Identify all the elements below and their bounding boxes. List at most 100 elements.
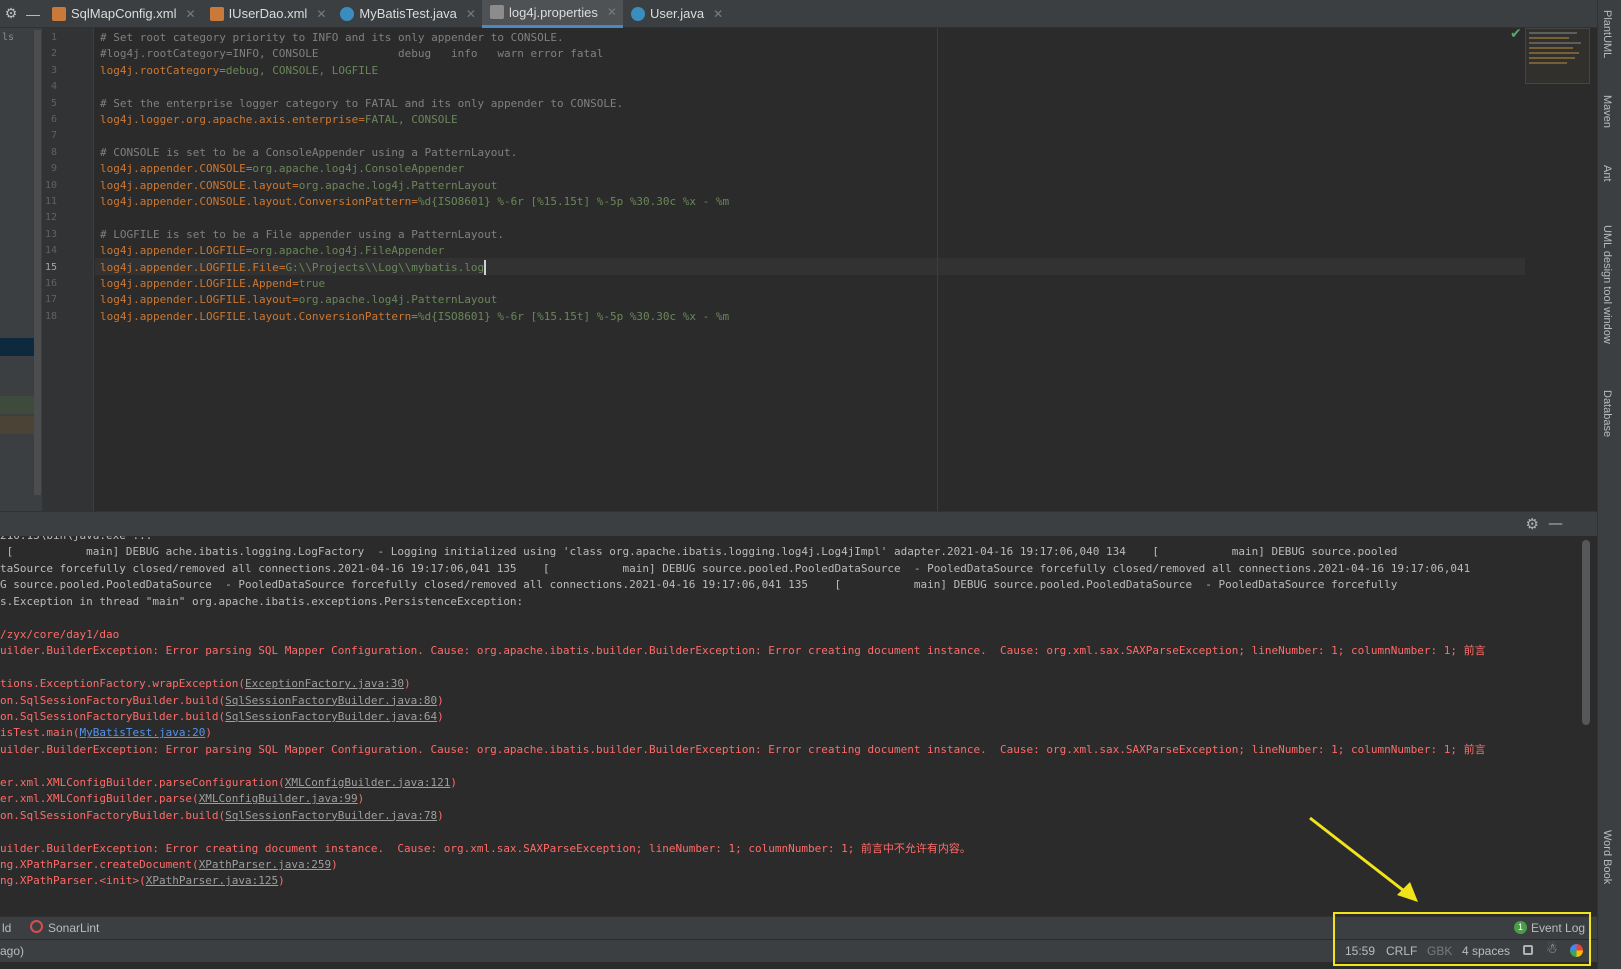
console-line: tions.ExceptionFactory.wrapException(Exc… (0, 677, 411, 691)
console-line: ng.XPathParser.<init>(XPathParser.java:1… (0, 874, 285, 888)
console-line: ng.XPathParser.createDocument(XPathParse… (0, 858, 338, 871)
line-number: 14 (44, 245, 57, 257)
build-tool-button[interactable]: ld (2, 921, 11, 935)
property-value: org.apache.log4j.PatternLayout (298, 178, 498, 192)
console-line: uilder.BuilderException: Error creating … (0, 841, 971, 855)
source-link[interactable]: XMLConfigBuilder.java:99 (199, 792, 358, 805)
source-link[interactable]: SqlSessionFactoryBuilder.java:80 (225, 694, 437, 707)
java-class-icon (630, 6, 645, 21)
source-link[interactable]: XMLConfigBuilder.java:121 (285, 776, 451, 789)
code-line: #log4j.rootCategory=INFO, CONSOLE debug … (100, 45, 603, 62)
right-tool-window-bar: PlantUML Maven Ant UML design tool windo… (1597, 0, 1621, 969)
uml-design-tool-button[interactable]: UML design tool window (1601, 225, 1613, 344)
property-key: log4j.appender.CONSOLE.layout.Conversion… (100, 195, 412, 208)
line-number: 1 (50, 32, 57, 43)
line-number: 16 (44, 278, 57, 289)
property-key: log4j.logger.org.apache.axis.enterprise (100, 113, 359, 126)
line-number: 13 (44, 228, 57, 240)
database-tool-button[interactable]: Database (1601, 390, 1613, 437)
source-link[interactable]: SqlSessionFactoryBuilder.java:64 (225, 710, 437, 723)
stack-frame: on.SqlSessionFactoryBuilder.build( (0, 709, 226, 723)
code-line: log4j.appender.LOGFILE.layout.Conversion… (100, 309, 730, 323)
console-line: G source.pooled.PooledDataSource - Poole… (0, 578, 1398, 592)
maven-tool-button[interactable]: Maven (1601, 95, 1613, 128)
ant-tool-button[interactable]: Ant (1601, 165, 1613, 182)
annotation-highlight-box (1333, 912, 1591, 966)
right-margin-guide (937, 28, 938, 511)
console-line: er.xml.XMLConfigBuilder.parse(XMLConfigB… (0, 792, 365, 806)
properties-file-icon (489, 5, 504, 19)
console-line: er.xml.XMLConfigBuilder.parseConfigurati… (0, 775, 457, 789)
property-value: debug, CONSOLE, LOGFILE (225, 63, 379, 77)
comment-text: # Set the enterprise logger category to … (100, 96, 624, 110)
console-line: on.SqlSessionFactoryBuilder.build(SqlSes… (0, 808, 444, 822)
tab-label: IUserDao.xml (228, 6, 308, 21)
stack-frame: tions.ExceptionFactory.wrapException( (0, 677, 246, 691)
console-minimize-icon[interactable]: — (1548, 514, 1563, 532)
console-settings-icon[interactable]: ⚙ (1526, 515, 1539, 533)
tab-iuserdao-xml[interactable]: IUserDao.xml ✕ (202, 0, 333, 28)
code-line: # CONSOLE is set to be a ConsoleAppender… (100, 144, 517, 161)
console-line: on.SqlSessionFactoryBuilder.build(SqlSes… (0, 693, 444, 707)
plantuml-tool-button[interactable]: PlantUML (1601, 10, 1613, 58)
run-console-header: ⚙ — (0, 511, 1597, 536)
property-value: org.apache.log4j.FileAppender (252, 244, 445, 258)
line-number: 3 (50, 64, 57, 76)
line-number: 7 (50, 130, 57, 142)
code-line: log4j.appender.CONSOLE.layout=org.apache… (100, 178, 498, 192)
stack-frame: ng.XPathParser.createDocument( (0, 858, 199, 871)
editor-tab-bar: ⚙ — SqlMapConfig.xml ✕ IUserDao.xml ✕ MyBati… (0, 0, 1597, 28)
code-line: log4j.rootCategory=debug, CONSOLE, LOGFI… (100, 63, 379, 77)
stack-frame: er.xml.XMLConfigBuilder.parse( (0, 792, 199, 806)
tab-log4j-properties[interactable]: log4j.properties ✕ (481, 0, 623, 28)
code-line: log4j.appender.CONSOLE=org.apache.log4j.… (100, 162, 465, 176)
source-link[interactable]: XPathParser.java:259 (199, 858, 331, 871)
source-link[interactable]: ExceptionFactory.java:30 (245, 677, 404, 690)
annotation-arrow (1309, 816, 1418, 902)
minimize-icon[interactable]: — (22, 0, 44, 28)
console-scrollbar-thumb[interactable] (1582, 540, 1590, 725)
settings-gear-icon[interactable]: ⚙ (0, 0, 22, 28)
word-book-tool-button[interactable]: Word Book (1601, 830, 1613, 884)
property-value: FATAL, CONSOLE (364, 113, 458, 126)
line-number: 5 (50, 97, 57, 109)
comment-text: #log4j.rootCategory=INFO, CONSOLE debug … (100, 47, 604, 61)
close-tab-icon[interactable]: ✕ (466, 7, 476, 21)
code-minimap[interactable] (1525, 28, 1590, 84)
console-line: isTest.main(MyBatisTest.java:20) (0, 726, 212, 740)
tab-user-java[interactable]: User.java ✕ (623, 0, 729, 28)
close-tab-icon[interactable]: ✕ (713, 7, 723, 21)
source-link[interactable]: MyBatisTest.java:20 (79, 726, 205, 739)
tab-sqlmapconfig-xml[interactable]: SqlMapConfig.xml ✕ (44, 0, 202, 28)
tab-mybatistest-java[interactable]: MyBatisTest.java ✕ (332, 0, 482, 28)
console-line: /zyx/core/day1/dao (0, 627, 120, 641)
property-key: log4j.rootCategory (100, 63, 220, 77)
stack-frame: er.xml.XMLConfigBuilder.parseConfigurati… (0, 775, 285, 789)
stack-frame: on.SqlSessionFactoryBuilder.build( (0, 693, 226, 707)
comment-text: # CONSOLE is set to be a ConsoleAppender… (100, 145, 518, 159)
stack-frame: ng.XPathParser.<init>( (0, 874, 146, 888)
property-value: org.apache.log4j.PatternLayout (298, 293, 498, 307)
line-number: 10 (44, 179, 57, 191)
line-number: 11 (44, 196, 57, 207)
code-line: log4j.appender.LOGFILE=org.apache.log4j.… (100, 244, 445, 258)
code-line: log4j.logger.org.apache.axis.enterprise=… (100, 113, 458, 126)
property-value: %d{ISO8601} %-6r [%15.15t] %-5p %30.30c … (417, 309, 730, 323)
code-line: # Set root category priority to INFO and… (100, 29, 564, 46)
source-link[interactable]: SqlSessionFactoryBuilder.java:78 (225, 809, 437, 822)
source-link[interactable]: XPathParser.java:125 (146, 874, 278, 887)
tab-label: SqlMapConfig.xml (71, 6, 177, 21)
line-number: 12 (44, 212, 57, 224)
code-line: log4j.appender.CONSOLE.layout.Conversion… (100, 195, 730, 208)
close-tab-icon[interactable]: ✕ (186, 7, 196, 21)
code-line: # Set the enterprise logger category to … (100, 95, 623, 112)
close-tab-icon[interactable]: ✕ (607, 5, 617, 19)
code-line: log4j.appender.LOGFILE.File=G:\\Projects… (100, 260, 487, 276)
property-value: org.apache.log4j.ConsoleAppender (252, 162, 465, 176)
tab-label: MyBatisTest.java (359, 6, 457, 21)
inspection-ok-icon: ✔ (1510, 26, 1522, 42)
close-tab-icon[interactable]: ✕ (316, 7, 326, 21)
property-value: %d{ISO8601} %-6r [%15.15t] %-5p %30.30c … (417, 195, 730, 208)
sonarlint-tool-button[interactable]: SonarLint (48, 921, 99, 935)
stack-frame: on.SqlSessionFactoryBuilder.build( (0, 808, 226, 822)
